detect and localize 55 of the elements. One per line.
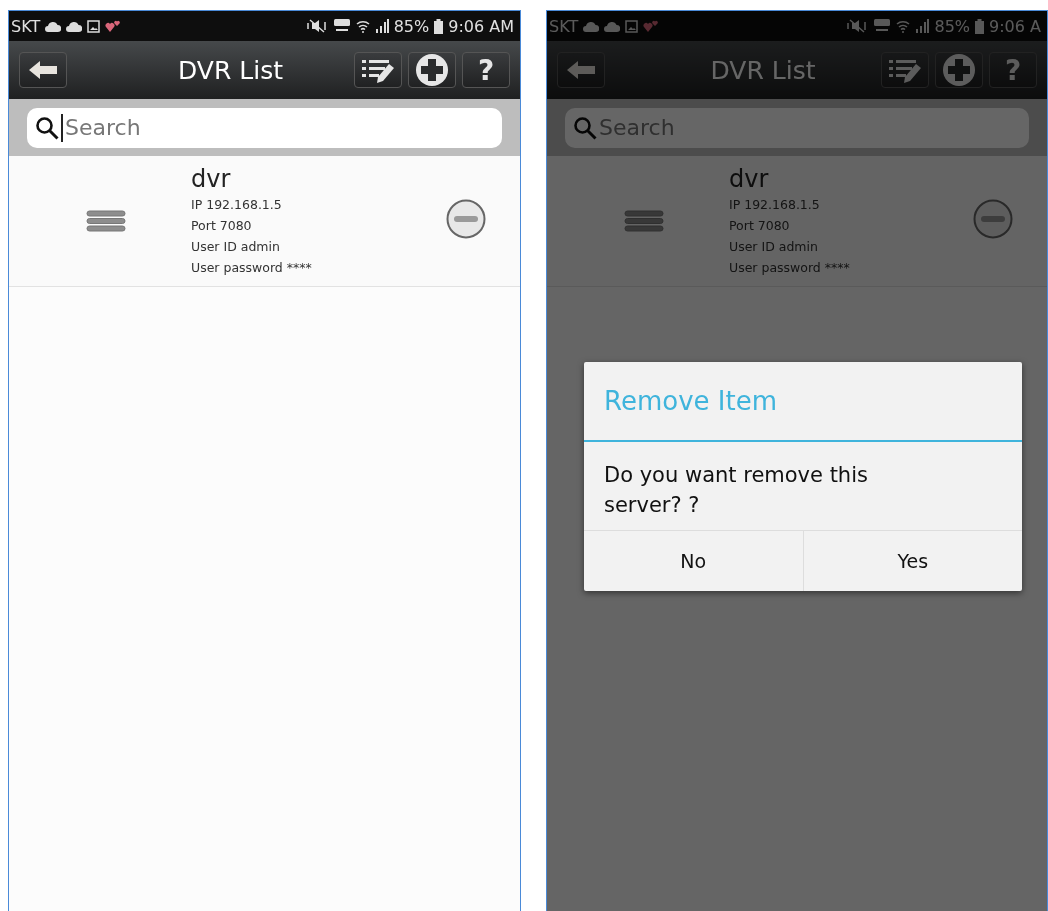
search-icon [573, 115, 597, 140]
device-detail: Port 7080 [729, 217, 791, 235]
search-icon [35, 115, 59, 140]
battery-level: 85% [934, 16, 971, 36]
image-icon [625, 19, 639, 33]
screen-title: DVR List [177, 55, 284, 85]
carrier-name: SKT [549, 16, 579, 36]
device-name: dvr [191, 164, 232, 194]
back-button[interactable] [19, 52, 67, 88]
hd-voice-icon [332, 19, 351, 33]
battery-level: 85% [393, 16, 430, 36]
dialog-button[interactable]: No [584, 531, 803, 591]
help-button[interactable]: ? [462, 52, 510, 88]
clock-time: 9:06 AM [448, 16, 514, 36]
remove-icon[interactable] [446, 199, 486, 239]
cloud-icon [583, 20, 600, 32]
device-detail: IP 192.168.1.5 [729, 196, 821, 214]
mute-icon [305, 19, 328, 33]
hearts-icon [643, 19, 660, 33]
wifi-icon [896, 19, 911, 33]
signal-icon [915, 19, 930, 33]
back-arrow-icon [28, 60, 58, 80]
clock-time: 9:06 A [989, 16, 1041, 36]
add-button[interactable] [408, 52, 456, 88]
carrier-name: SKT [11, 16, 41, 36]
device-name: dvr [729, 164, 770, 194]
hearts-icon [105, 19, 122, 33]
cloud-icon [66, 20, 83, 32]
dialog-title: Remove Item [584, 362, 1022, 442]
drag-handle-icon[interactable] [86, 210, 126, 232]
device-detail: User ID admin [191, 238, 281, 256]
cloud-icon [604, 20, 621, 32]
add-icon [942, 53, 976, 87]
drag-handle-icon[interactable] [624, 210, 664, 232]
battery-icon [434, 18, 444, 34]
device-detail: IP 192.168.1.5 [191, 196, 283, 214]
remove-icon[interactable] [973, 199, 1013, 239]
mute-icon [846, 19, 869, 33]
image-icon [87, 19, 101, 33]
add-icon [415, 53, 449, 87]
dialog-button[interactable]: Yes [802, 531, 1022, 591]
dialog-message: Do you want remove this server? ? [603, 462, 869, 519]
device-detail: User ID admin [729, 238, 819, 256]
search-field[interactable]: Search [27, 107, 502, 148]
signal-icon [374, 19, 389, 33]
screen-title: DVR List [709, 55, 817, 85]
wifi-icon [355, 19, 370, 33]
battery-icon [975, 18, 985, 34]
device-detail: User password **** [729, 259, 851, 277]
cloud-icon [45, 20, 62, 32]
device-detail: User password **** [191, 259, 313, 277]
device-detail: Port 7080 [191, 217, 253, 235]
back-arrow-icon [566, 60, 596, 80]
hd-voice-icon [873, 19, 892, 33]
edit-list-button[interactable] [354, 52, 402, 88]
